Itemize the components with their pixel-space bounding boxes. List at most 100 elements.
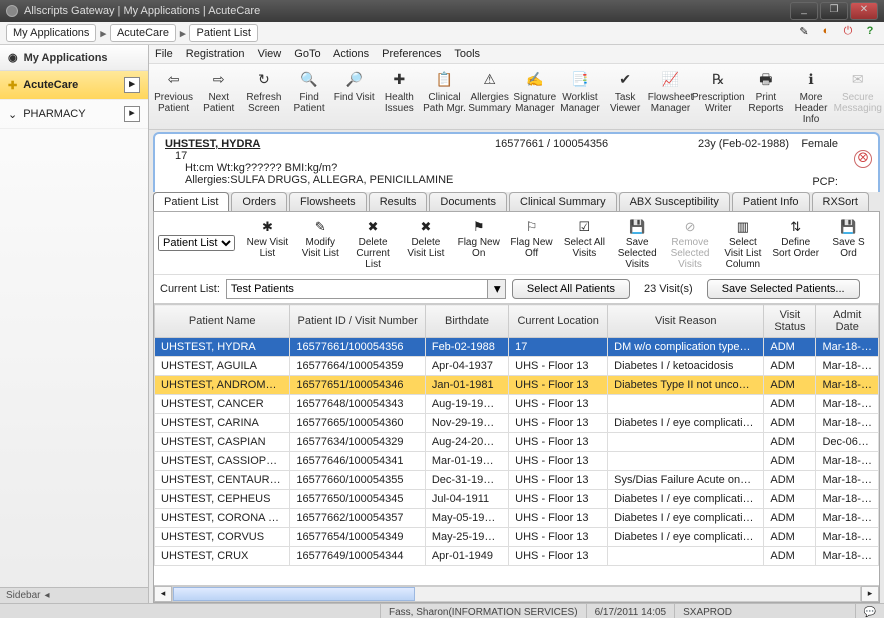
- toolbar-health-issues[interactable]: ✚Health Issues: [377, 66, 422, 116]
- subtool-modify-visit-list[interactable]: ✎Modify Visit List: [294, 214, 347, 272]
- column-header[interactable]: Birthdate: [425, 305, 508, 338]
- subtool-delete-current-list[interactable]: ✖Delete Current List: [347, 214, 400, 272]
- alert-icon[interactable]: ⨂: [854, 150, 872, 168]
- sidebar-item-acutecare[interactable]: ✚ AcuteCare ▸: [0, 71, 148, 100]
- tab-documents[interactable]: Documents: [429, 192, 507, 211]
- minimize-button[interactable]: _: [790, 2, 818, 20]
- scroll-right-icon[interactable]: ▸: [861, 586, 879, 602]
- sidebar-item-pharmacy[interactable]: ⌄ PHARMACY ▸: [0, 100, 148, 129]
- subtool-select-visit-list-column[interactable]: ▥Select Visit List Column: [716, 214, 769, 272]
- toolbar-secure-messaging[interactable]: ✉Secure Messaging: [834, 66, 882, 116]
- patient-grid: Patient NamePatient ID / Visit NumberBir…: [154, 304, 879, 566]
- menu-registration[interactable]: Registration: [186, 48, 245, 60]
- subtool-flag-new-on[interactable]: ⚑Flag New On: [452, 214, 505, 272]
- tab-rxsort[interactable]: RXSort: [812, 192, 869, 211]
- toolbar-more-header-info[interactable]: ℹMore Header Info: [788, 66, 833, 127]
- patient-name[interactable]: UHSTEST, HYDRA: [165, 138, 260, 150]
- subtool-icon: ✖: [416, 216, 436, 236]
- column-header[interactable]: Visit Status: [764, 305, 816, 338]
- maximize-button[interactable]: ❐: [820, 2, 848, 20]
- table-row[interactable]: UHSTEST, CORVUS16577654/100054349May-25-…: [155, 528, 879, 547]
- toolbar-print-reports[interactable]: 🖶Print Reports: [743, 66, 788, 116]
- toolbar-label: Clinical Path Mgr.: [422, 92, 467, 114]
- subtool-save-s-ord[interactable]: 💾Save S Ord: [822, 214, 875, 272]
- subtool-flag-new-off[interactable]: ⚐Flag New Off: [505, 214, 558, 272]
- subtool-select-all-visits[interactable]: ☑Select All Visits: [558, 214, 611, 272]
- table-cell: 16577646/100054341: [290, 452, 425, 471]
- toolbar-previous-patient[interactable]: ⇦Previous Patient: [151, 66, 196, 116]
- toolbar-prescription-writer[interactable]: ℞Prescription Writer: [693, 66, 743, 116]
- breadcrumb-item[interactable]: My Applications: [6, 24, 96, 42]
- menu-tools[interactable]: Tools: [454, 48, 480, 60]
- breadcrumb-item[interactable]: AcuteCare: [110, 24, 176, 42]
- menu-goto[interactable]: GoTo: [294, 48, 320, 60]
- table-row[interactable]: UHSTEST, CORONA BO…16577662/100054357May…: [155, 509, 879, 528]
- tab-orders[interactable]: Orders: [231, 192, 287, 211]
- close-button[interactable]: ✕: [850, 2, 878, 20]
- toolbar-next-patient[interactable]: ⇨Next Patient: [196, 66, 241, 116]
- expand-icon[interactable]: ▸: [124, 77, 140, 93]
- save-selected-patients-button[interactable]: Save Selected Patients...: [707, 279, 860, 299]
- tab-results[interactable]: Results: [369, 192, 428, 211]
- status-chat-icon[interactable]: 💬: [855, 604, 884, 618]
- moon-icon[interactable]: ◐: [818, 25, 834, 41]
- table-row[interactable]: UHSTEST, HYDRA16577661/100054356Feb-02-1…: [155, 338, 879, 357]
- menu-actions[interactable]: Actions: [333, 48, 369, 60]
- toolbar-find-visit[interactable]: 🔎Find Visit: [332, 66, 377, 105]
- horizontal-scrollbar[interactable]: ◂ ▸: [154, 585, 879, 602]
- table-row[interactable]: UHSTEST, CENTAURUS16577660/100054355Dec-…: [155, 471, 879, 490]
- column-header[interactable]: Patient ID / Visit Number: [290, 305, 425, 338]
- tab-patient-info[interactable]: Patient Info: [732, 192, 810, 211]
- subtool-new-visit-list[interactable]: ✱New Visit List: [241, 214, 294, 272]
- menu-preferences[interactable]: Preferences: [382, 48, 441, 60]
- subtool-save-selected-visits[interactable]: 💾Save Selected Visits: [611, 214, 664, 272]
- toolbar-worklist-manager[interactable]: 📑Worklist Manager: [557, 66, 602, 116]
- wand-icon[interactable]: ✎: [796, 25, 812, 41]
- toolbar-refresh-screen[interactable]: ↻Refresh Screen: [241, 66, 286, 116]
- table-row[interactable]: UHSTEST, ANDROMEDA16577651/100054346Jan-…: [155, 376, 879, 395]
- help-icon[interactable]: ?: [862, 25, 878, 41]
- table-row[interactable]: UHSTEST, CASSIOPEIA16577646/100054341Mar…: [155, 452, 879, 471]
- select-all-patients-button[interactable]: Select All Patients: [512, 279, 630, 299]
- patient-grid-wrap[interactable]: Patient NamePatient ID / Visit NumberBir…: [154, 303, 879, 585]
- patient-list-selector[interactable]: Patient List: [158, 235, 235, 251]
- toolbar-allergies-summary[interactable]: ⚠Allergies Summary: [467, 66, 512, 116]
- breadcrumb-item[interactable]: Patient List: [189, 24, 257, 42]
- menu-view[interactable]: View: [258, 48, 282, 60]
- toolbar-find-patient[interactable]: 🔍Find Patient: [286, 66, 331, 116]
- column-header[interactable]: Visit Reason: [608, 305, 764, 338]
- scroll-thumb[interactable]: [173, 587, 415, 601]
- current-list-dropdown[interactable]: ▾: [488, 279, 506, 299]
- power-icon[interactable]: ⏻: [840, 25, 856, 41]
- current-list-input[interactable]: [226, 279, 488, 299]
- toolbar-flowsheet-manager[interactable]: 📈Flowsheet Manager: [648, 66, 694, 116]
- expand-icon[interactable]: ▸: [124, 106, 140, 122]
- subtool-delete-visit-list[interactable]: ✖Delete Visit List: [399, 214, 452, 272]
- column-header[interactable]: Current Location: [509, 305, 608, 338]
- scroll-track[interactable]: [172, 586, 861, 602]
- subtool-label: Define Sort Order: [771, 237, 820, 259]
- table-row[interactable]: UHSTEST, CRUX16577649/100054344Apr-01-19…: [155, 547, 879, 566]
- tab-abx-susceptibility[interactable]: ABX Susceptibility: [619, 192, 730, 211]
- chevron-left-icon[interactable]: ◂: [44, 590, 49, 601]
- toolbar-task-viewer[interactable]: ✔Task Viewer: [603, 66, 648, 116]
- table-row[interactable]: UHSTEST, CEPHEUS16577650/100054345Jul-04…: [155, 490, 879, 509]
- table-cell: UHSTEST, CASPIAN: [155, 433, 290, 452]
- column-header[interactable]: Patient Name: [155, 305, 290, 338]
- tab-patient-list[interactable]: Patient List: [153, 192, 229, 211]
- subtool-define-sort-order[interactable]: ⇅Define Sort Order: [769, 214, 822, 272]
- menu-file[interactable]: File: [155, 48, 173, 60]
- globe-icon: ◉: [8, 51, 18, 64]
- toolbar-signature-manager[interactable]: ✍Signature Manager: [512, 66, 557, 116]
- tab-flowsheets[interactable]: Flowsheets: [289, 192, 367, 211]
- table-row[interactable]: UHSTEST, CARINA16577665/100054360Nov-29-…: [155, 414, 879, 433]
- scroll-left-icon[interactable]: ◂: [154, 586, 172, 602]
- table-row[interactable]: UHSTEST, CASPIAN16577634/100054329Aug-24…: [155, 433, 879, 452]
- toolbar-label: Worklist Manager: [557, 92, 602, 114]
- table-cell: UHSTEST, CARINA: [155, 414, 290, 433]
- tab-clinical-summary[interactable]: Clinical Summary: [509, 192, 617, 211]
- column-header[interactable]: Admit Date: [816, 305, 879, 338]
- toolbar-clinical-path-mgr-[interactable]: 📋Clinical Path Mgr.: [422, 66, 467, 116]
- table-row[interactable]: UHSTEST, AGUILA16577664/100054359Apr-04-…: [155, 357, 879, 376]
- table-row[interactable]: UHSTEST, CANCER16577648/100054343Aug-19-…: [155, 395, 879, 414]
